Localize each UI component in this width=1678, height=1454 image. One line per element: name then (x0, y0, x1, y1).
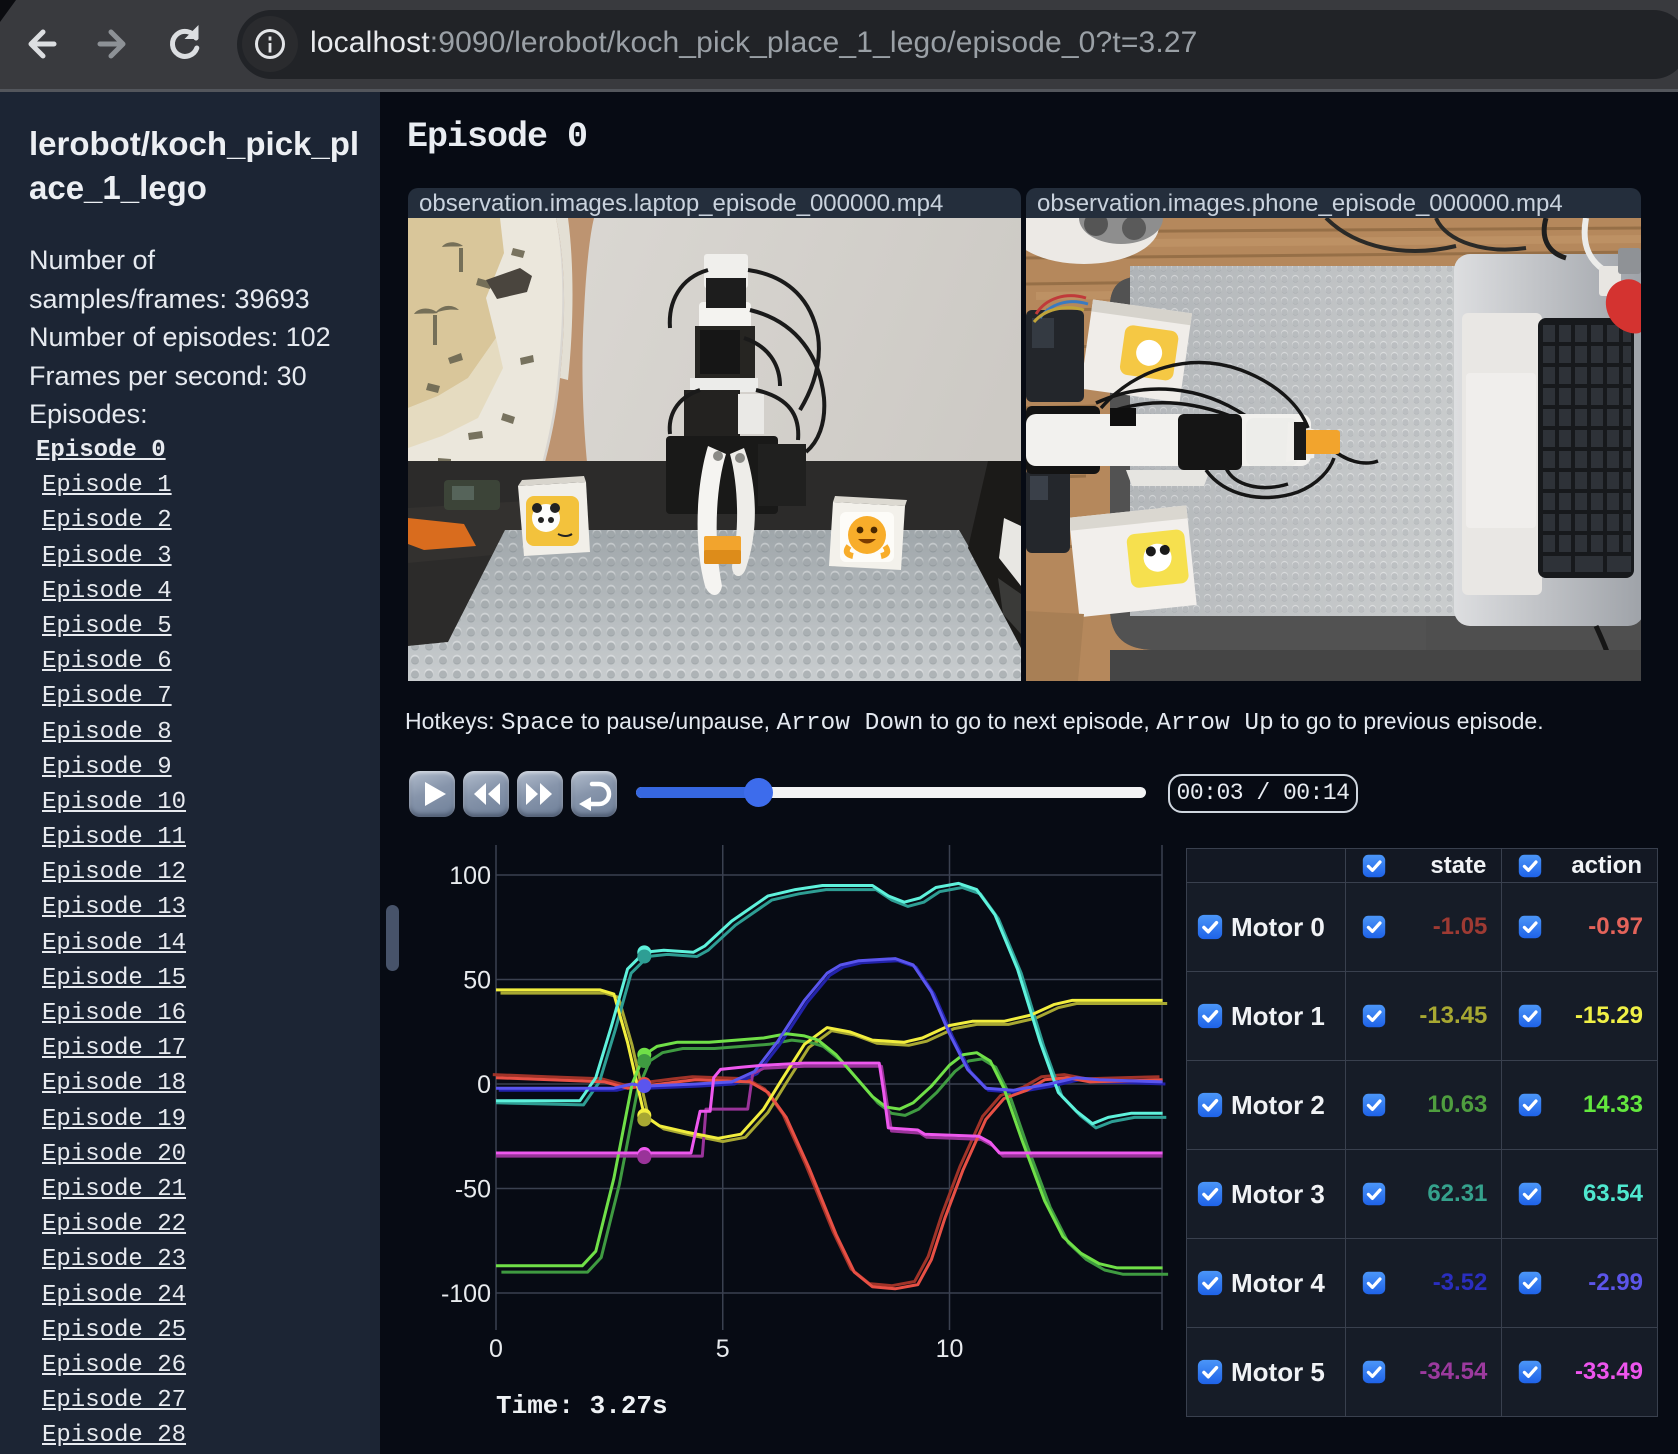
svg-text:Time: 3.27s: Time: 3.27s (496, 1391, 668, 1421)
svg-text:-50: -50 (455, 1176, 491, 1204)
svg-text:100: 100 (449, 862, 491, 890)
svg-text:0: 0 (489, 1335, 503, 1363)
svg-text:50: 50 (463, 967, 491, 995)
svg-text:-100: -100 (441, 1280, 491, 1308)
svg-text:10: 10 (936, 1335, 964, 1363)
svg-text:5: 5 (716, 1335, 730, 1363)
svg-text:0: 0 (477, 1071, 491, 1099)
